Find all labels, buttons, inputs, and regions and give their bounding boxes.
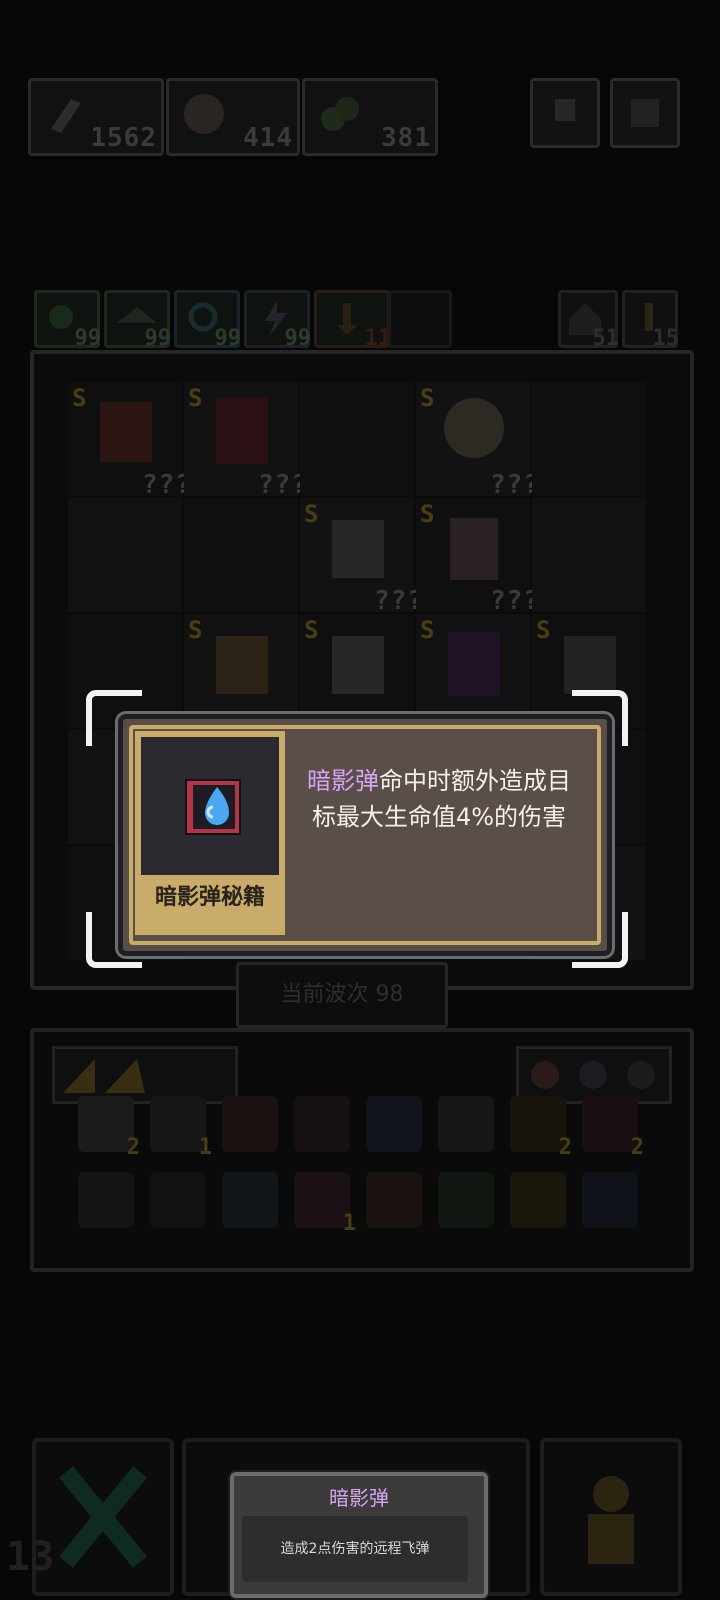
item-icon-box: [141, 737, 279, 875]
rank-badge: S: [304, 616, 319, 644]
green-orbs-icon: [321, 97, 359, 131]
board-cell[interactable]: [184, 498, 298, 612]
resource-boss: 414: [166, 78, 300, 156]
stat-value: 15: [652, 326, 680, 351]
stat-value: 51: [592, 326, 620, 351]
settings-button[interactable]: [610, 78, 680, 148]
buff-wings: 99: [104, 290, 172, 351]
hero-portrait-icon: [444, 398, 504, 458]
tooltip-body: 造成2点伤害的远程飞弹: [242, 1516, 468, 1582]
rank-badge: S: [304, 500, 319, 528]
board-cell[interactable]: S: [300, 614, 414, 728]
shadow-bullet-book-icon: [185, 779, 241, 835]
board-cell[interactable]: S: [184, 614, 298, 728]
hero-portrait-icon: [100, 402, 152, 462]
hero-portrait-icon: [332, 520, 384, 578]
buff-lightning: 99: [244, 290, 312, 351]
inventory-item[interactable]: [366, 1172, 422, 1228]
inventory-item[interactable]: 1: [294, 1172, 356, 1236]
board-cell[interactable]: S ???: [416, 498, 539, 616]
item-count: 1: [342, 1211, 356, 1236]
pawn-icon: [588, 1476, 634, 1564]
help-button[interactable]: [530, 78, 600, 148]
buff-swirl: 99: [174, 290, 242, 351]
buff-empty-slot: [388, 290, 452, 348]
buff-value: 99: [214, 326, 242, 351]
hero-portrait-icon: [216, 636, 268, 694]
board-cell[interactable]: [68, 498, 182, 612]
inventory-item[interactable]: [294, 1096, 350, 1152]
inventory-item[interactable]: [150, 1172, 206, 1228]
rank-badge: S: [420, 500, 435, 528]
rank-badge: S: [72, 384, 87, 412]
board-cell[interactable]: [532, 498, 646, 612]
gear-icon: [631, 99, 659, 127]
rank-badge: S: [420, 616, 435, 644]
board-cell[interactable]: S ???: [68, 382, 191, 500]
hero-portrait-icon: [332, 636, 384, 694]
close-icon: [59, 1466, 147, 1568]
tooltip-title: 暗影弹: [329, 1486, 389, 1510]
resource-dagger: 1562: [28, 78, 164, 156]
hero-portrait-icon: [450, 518, 498, 580]
board-cell[interactable]: S: [416, 614, 530, 728]
board-cell[interactable]: [532, 382, 646, 496]
rank-badge: S: [188, 616, 203, 644]
inventory-item[interactable]: 1: [150, 1096, 212, 1160]
board-cell[interactable]: S ???: [416, 382, 539, 500]
tab-triangle-icon: [63, 1059, 145, 1093]
summon-button[interactable]: [540, 1438, 682, 1596]
item-count: 1: [198, 1135, 212, 1160]
rank-badge: S: [536, 616, 551, 644]
inventory-item[interactable]: [366, 1096, 422, 1152]
stat-house: 51: [558, 290, 620, 351]
description-highlight: 暗影弹: [307, 767, 379, 795]
buff-value: 99: [144, 326, 172, 351]
inventory-tabs[interactable]: [52, 1046, 238, 1104]
buff-value: 99: [74, 326, 102, 351]
buff-leaf: 99: [34, 290, 102, 351]
inventory-item[interactable]: [222, 1172, 278, 1228]
hero-portrait-icon: [216, 398, 268, 464]
boss-portrait-icon: [184, 94, 224, 134]
resource-orbs: 381: [302, 78, 438, 156]
inventory-item[interactable]: [222, 1096, 278, 1152]
rank-badge: S: [188, 384, 203, 412]
item-name: 暗影弹秘籍: [154, 885, 265, 910]
dagger-icon: [51, 99, 81, 133]
current-wave-label: 当前波次 98: [236, 962, 448, 1028]
item-icon-panel: 暗影弹秘籍: [135, 731, 285, 935]
item-description: 暗影弹命中时额外造成目标最大生命值4%的伤害: [307, 763, 571, 835]
item-count: 2: [126, 1135, 140, 1160]
hero-portrait-icon: [448, 632, 500, 696]
stat-key: 15: [622, 290, 680, 351]
buff-sword: 11: [314, 290, 391, 351]
inventory-item[interactable]: [582, 1172, 638, 1228]
inventory-item[interactable]: [438, 1172, 494, 1228]
resource-value: 414: [243, 123, 293, 153]
inventory-item[interactable]: [438, 1096, 494, 1152]
inventory-item[interactable]: 2: [510, 1096, 572, 1160]
filter-icons: [531, 1061, 655, 1089]
buff-value: 99: [284, 326, 312, 351]
bottom-counter: 13: [6, 1534, 55, 1580]
board-cell[interactable]: S ???: [300, 498, 423, 616]
item-count: 2: [630, 1135, 644, 1160]
skill-tooltip: 暗影弹 造成2点伤害的远程飞弹: [230, 1472, 488, 1598]
board-cell[interactable]: S ???: [184, 382, 307, 500]
skill-book-popup[interactable]: 暗影弹秘籍 暗影弹命中时额外造成目标最大生命值4%的伤害: [118, 714, 612, 956]
resource-value: 1562: [90, 123, 157, 153]
inventory-item[interactable]: [510, 1172, 566, 1228]
inventory-panel: 2 1 2 2 1: [30, 1028, 694, 1272]
rank-badge: S: [420, 384, 435, 412]
board-cell[interactable]: [300, 382, 414, 496]
question-icon: [555, 99, 575, 121]
inventory-item[interactable]: [78, 1172, 134, 1228]
resource-value: 381: [381, 123, 431, 153]
inventory-item[interactable]: 2: [78, 1096, 140, 1160]
inventory-item[interactable]: 2: [582, 1096, 644, 1160]
item-count: 2: [558, 1135, 572, 1160]
